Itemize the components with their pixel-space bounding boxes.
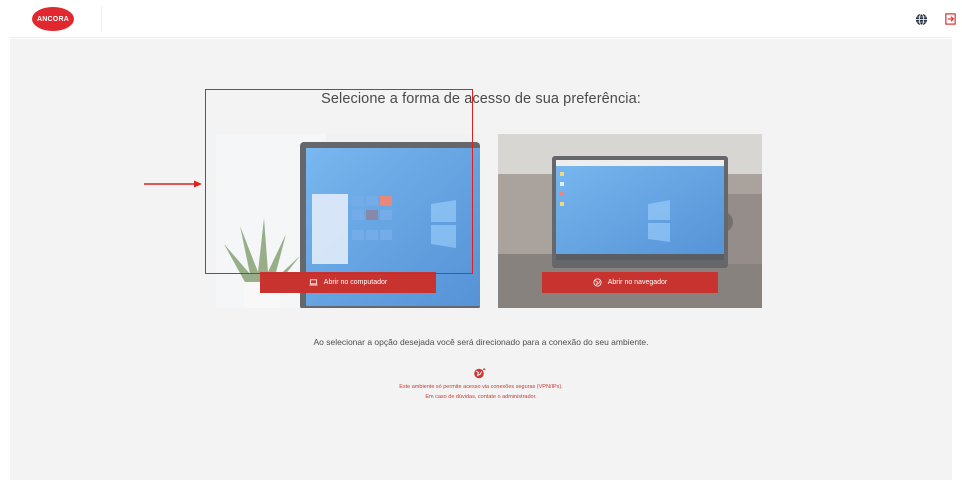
vpn-warning-line-2: Em caso de dúvidas, contate o administra… <box>425 394 537 400</box>
open-in-browser-label: Abrir no navegador <box>607 279 668 286</box>
laptop-icon <box>309 279 318 286</box>
open-on-computer-button[interactable]: Abrir no computador <box>260 272 436 293</box>
page-heading: Selecione a forma de acesso de sua prefe… <box>321 91 641 107</box>
vpn-warning-line-1: Este ambiente só permite acesso via cone… <box>399 384 563 390</box>
top-bar: ANCORA <box>10 0 956 38</box>
logout-icon[interactable] <box>944 12 957 26</box>
option-browser-card[interactable]: Abrir no navegador <box>498 134 762 308</box>
open-in-browser-button[interactable]: Abrir no navegador <box>542 272 718 293</box>
open-on-computer-label: Abrir no computador <box>323 279 388 286</box>
vpn-globe-icon <box>474 367 486 379</box>
pointer-arrow-icon <box>144 180 202 188</box>
globe-icon[interactable] <box>915 13 928 26</box>
browser-globe-icon <box>593 278 602 287</box>
ancora-logo[interactable]: ANCORA <box>32 7 74 31</box>
main-content: Selecione a forma de acesso de sua prefe… <box>10 39 952 480</box>
header-divider <box>101 6 102 32</box>
page: ANCORA Selecione a forma de acesso de su… <box>0 0 962 480</box>
option-computer-card[interactable]: Abrir no computador <box>216 134 480 308</box>
info-text: Ao selecionar a opção desejada você será… <box>313 337 649 347</box>
